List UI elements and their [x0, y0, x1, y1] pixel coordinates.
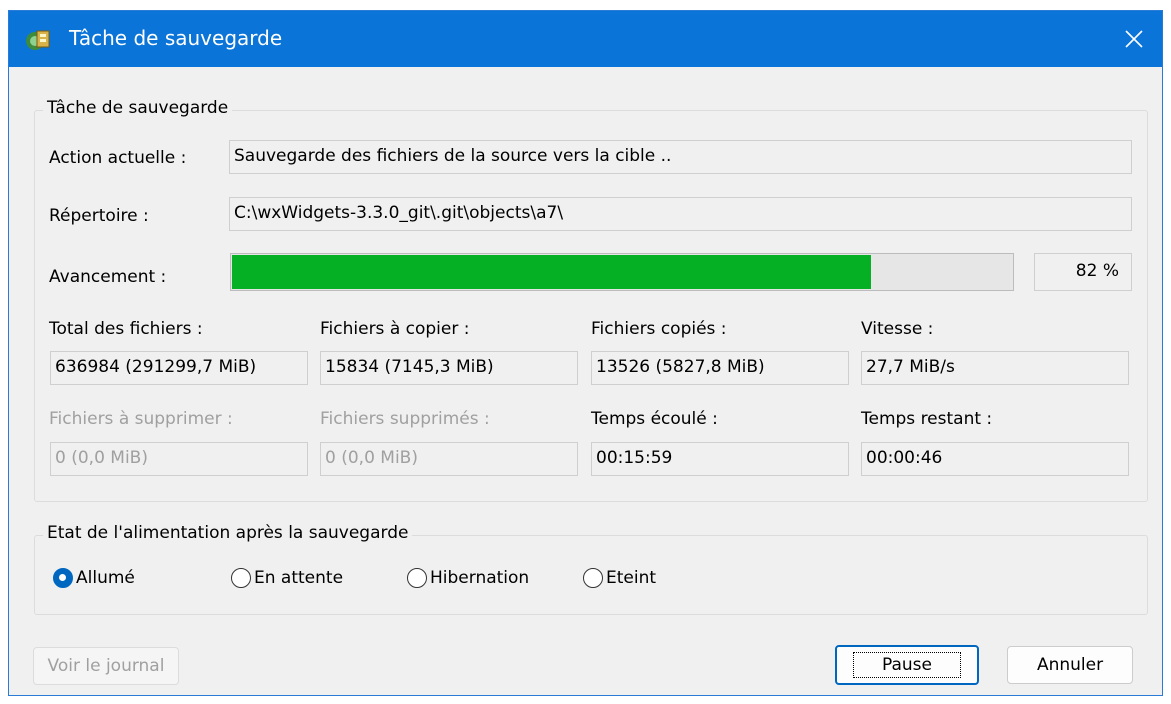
radio-on[interactable]: Allumé	[53, 565, 135, 591]
radio-shutdown[interactable]: Eteint	[583, 565, 656, 591]
radio-shutdown-indicator[interactable]	[583, 568, 603, 588]
radio-hibernation-label: Hibernation	[430, 568, 530, 588]
stat-value-files-copied: 13526 (5827,8 MiB)	[591, 351, 849, 385]
stat-value-files-deleted: 0 (0,0 MiB)	[320, 442, 578, 476]
radio-on-indicator[interactable]	[53, 568, 73, 588]
stat-label-elapsed-time: Temps écoulé :	[591, 409, 718, 429]
task-group-label: Tâche de sauvegarde	[43, 98, 233, 118]
pause-button-label: Pause	[853, 652, 961, 678]
radio-shutdown-label: Eteint	[606, 568, 657, 588]
stat-value-files-to-copy: 15834 (7145,3 MiB)	[320, 351, 578, 385]
stat-label-files-copied: Fichiers copiés :	[591, 319, 727, 339]
stat-value-files-to-delete: 0 (0,0 MiB)	[50, 442, 308, 476]
stat-label-files-to-copy: Fichiers à copier :	[320, 319, 470, 339]
stat-label-remaining-time: Temps restant :	[861, 409, 993, 429]
title-bar: Tâche de sauvegarde	[9, 11, 1162, 67]
pause-button[interactable]: Pause	[835, 645, 979, 685]
progress-bar	[230, 253, 1014, 291]
stat-value-remaining-time: 00:00:46	[861, 442, 1129, 476]
stat-value-speed: 27,7 MiB/s	[861, 351, 1129, 385]
stat-label-files-to-delete: Fichiers à supprimer :	[49, 409, 233, 429]
radio-hibernation-indicator[interactable]	[407, 568, 427, 588]
progress-bar-fill	[232, 255, 872, 289]
current-action-label: Action actuelle :	[49, 148, 187, 168]
backup-task-window: Tâche de sauvegarde Tâche de sauvegarde …	[8, 10, 1163, 696]
radio-on-label: Allumé	[76, 568, 135, 588]
current-action-field: Sauvegarde des fichiers de la source ver…	[229, 140, 1132, 174]
app-icon	[23, 25, 53, 55]
radio-standby-label: En attente	[254, 568, 344, 588]
radio-hibernation[interactable]: Hibernation	[407, 565, 529, 591]
progress-percent: 82 %	[1034, 253, 1132, 291]
stat-label-files-deleted: Fichiers supprimés :	[320, 409, 490, 429]
window-title: Tâche de sauvegarde	[69, 26, 283, 50]
progress-label: Avancement :	[49, 267, 167, 287]
directory-field: C:\wxWidgets-3.3.0_git\.git\objects\a7\	[229, 197, 1132, 231]
cancel-button[interactable]: Annuler	[1007, 646, 1133, 684]
stat-label-speed: Vitesse :	[861, 319, 934, 339]
power-group-label: Etat de l'alimentation après la sauvegar…	[43, 523, 413, 543]
close-icon	[1125, 30, 1143, 48]
radio-standby[interactable]: En attente	[231, 565, 343, 591]
view-log-button[interactable]: Voir le journal	[33, 647, 179, 685]
stat-value-elapsed-time: 00:15:59	[591, 442, 849, 476]
directory-label: Répertoire :	[49, 206, 149, 226]
close-button[interactable]	[1106, 11, 1162, 67]
stat-value-total-files: 636984 (291299,7 MiB)	[50, 351, 308, 385]
radio-standby-indicator[interactable]	[231, 568, 251, 588]
stat-label-total-files: Total des fichiers :	[49, 319, 203, 339]
